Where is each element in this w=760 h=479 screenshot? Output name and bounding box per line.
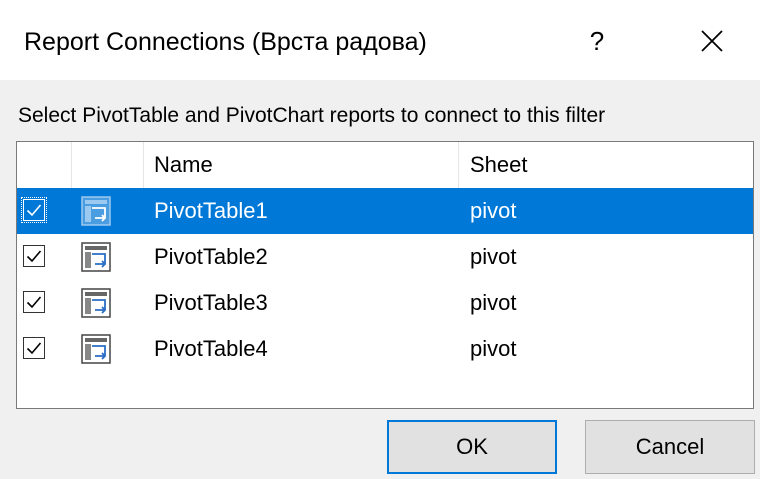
instruction-text: Select PivotTable and PivotChart reports… <box>18 104 606 127</box>
row-sheet: pivot <box>470 198 517 223</box>
row-name: PivotTable3 <box>154 290 268 315</box>
report-list[interactable]: Name Sheet PivotTable1 pivot PivotTable2… <box>16 141 754 409</box>
checkmark-icon <box>26 342 42 355</box>
close-button[interactable] <box>686 20 738 62</box>
list-item[interactable]: PivotTable2 pivot <box>17 234 753 280</box>
pivot-table-icon <box>81 334 111 364</box>
column-header-sheet[interactable]: Sheet <box>470 150 528 180</box>
row-name: PivotTable2 <box>154 244 268 269</box>
row-checkbox[interactable] <box>21 197 47 223</box>
ok-button[interactable]: OK <box>387 420 557 474</box>
list-item[interactable]: PivotTable4 pivot <box>17 326 753 372</box>
list-item[interactable]: PivotTable1 pivot <box>17 188 753 234</box>
row-sheet: pivot <box>470 244 517 269</box>
row-checkbox[interactable] <box>23 337 45 359</box>
list-item[interactable]: PivotTable3 pivot <box>17 280 753 326</box>
column-separator[interactable] <box>143 142 144 188</box>
close-icon <box>701 30 723 52</box>
checkmark-icon <box>26 204 42 217</box>
column-separator <box>753 142 754 188</box>
row-checkbox[interactable] <box>23 245 45 267</box>
dialog-titlebar: Report Connections (Врста радова) ? <box>0 0 760 80</box>
column-header-name[interactable]: Name <box>154 150 213 180</box>
list-header: Name Sheet <box>17 142 753 188</box>
pivot-table-icon <box>81 196 111 226</box>
pivot-table-icon <box>81 288 111 318</box>
row-sheet: pivot <box>470 336 517 361</box>
checkmark-icon <box>26 296 42 309</box>
row-checkbox[interactable] <box>23 291 45 313</box>
checkmark-icon <box>26 250 42 263</box>
row-name: PivotTable4 <box>154 336 268 361</box>
column-separator[interactable] <box>458 142 459 188</box>
cancel-button[interactable]: Cancel <box>585 420 755 474</box>
dialog-title: Report Connections (Врста радова) <box>24 28 427 56</box>
row-sheet: pivot <box>470 290 517 315</box>
pivot-table-icon <box>81 242 111 272</box>
help-button[interactable]: ? <box>572 20 622 62</box>
row-name: PivotTable1 <box>154 198 268 223</box>
column-separator <box>71 142 72 188</box>
